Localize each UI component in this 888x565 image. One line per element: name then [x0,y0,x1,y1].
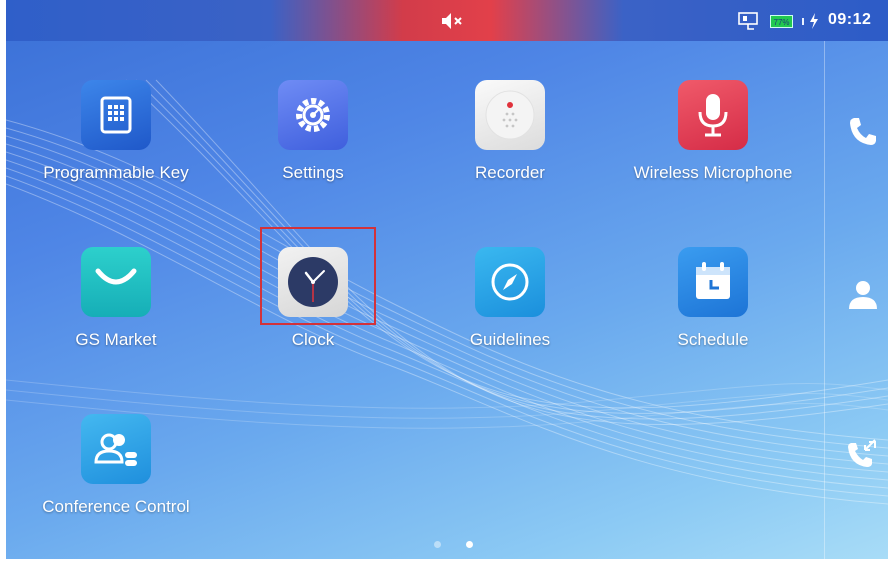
app-label: Programmable Key [43,163,189,182]
app-label: Recorder [475,163,545,182]
app-schedule[interactable]: Schedule [628,247,798,350]
recorder-icon[interactable] [475,80,545,150]
right-dock [824,41,888,559]
app-label: Clock [291,330,335,349]
page-dot-1[interactable] [434,541,441,548]
keypad-icon[interactable] [81,80,151,150]
app-guidelines[interactable]: Guidelines [425,247,595,350]
page-dot-2[interactable] [466,541,473,548]
app-wireless-microphone[interactable]: Wireless Microphone [628,80,798,183]
battery-indicator: 77% [770,15,800,28]
status-bar: 77% 09:12 [6,0,888,41]
app-label: GS Market [75,330,157,349]
volume-mute-icon[interactable] [440,11,466,31]
conference-users-icon[interactable] [81,414,151,484]
call-transfer-icon[interactable] [845,436,881,472]
app-label: Wireless Microphone [633,163,793,182]
app-label: Schedule [677,330,749,349]
highlight-frame [260,227,376,325]
microphone-icon[interactable] [678,80,748,150]
gear-icon[interactable] [278,80,348,150]
app-gs-market[interactable]: GS Market [31,247,201,350]
app-programmable-key[interactable]: Programmable Key [31,80,201,183]
app-label: Settings [282,163,344,182]
calendar-icon[interactable] [678,247,748,317]
app-conference-control[interactable]: Conference Control [31,414,201,517]
battery-level: 77% [770,15,794,28]
contact-icon[interactable] [845,277,881,313]
compass-icon[interactable] [475,247,545,317]
clock-time: 09:12 [828,11,872,28]
charging-bolt-icon [810,13,818,29]
app-label: Guidelines [469,330,551,349]
app-recorder[interactable]: Recorder [425,80,595,183]
app-label: Conference Control [42,497,190,516]
shopping-bag-icon[interactable] [81,247,151,317]
app-settings[interactable]: Settings [228,80,398,183]
battery-tip [802,18,804,25]
home-screen: 77% 09:12 Programmable Key Settings Reco… [6,0,888,559]
phone-icon[interactable] [845,113,881,149]
ethernet-icon [738,12,758,30]
